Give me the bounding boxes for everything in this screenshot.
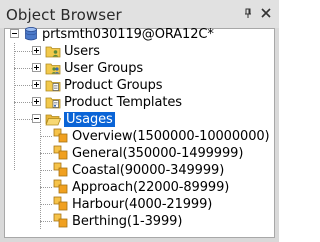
collapse-toggle[interactable] [10,29,19,38]
tree-item-usage[interactable]: Berthing(1-3999) [53,213,182,229]
tree-connector [40,153,52,154]
tree-item-product-groups[interactable]: Product Groups [45,77,163,93]
tree-connector [14,102,32,103]
tree-item-usage[interactable]: Harbour(4000-21999) [53,196,212,212]
tree-item-users[interactable]: Users [45,43,100,59]
tree-item-label: Overview(1500000-10000000) [72,128,270,144]
tree-item-usages[interactable]: Usages [45,111,115,127]
tree-connector [40,187,52,188]
folder-documents-icon [45,77,61,93]
tree-connector [40,221,52,222]
close-icon[interactable] [259,6,273,20]
tree-connector [14,85,32,86]
title-bar: Object Browser [0,0,279,28]
tree-item-label: Product Templates [64,94,182,110]
tree-connector [40,170,52,171]
tree-item-usage[interactable]: Approach(22000-89999) [53,179,229,195]
tree-root[interactable]: prtsmth030119@ORA12C* [23,26,214,42]
collapse-toggle[interactable] [32,114,41,123]
tree-item-usage[interactable]: General(350000-1499999) [53,145,243,161]
tree-connector [14,119,32,120]
tree-item-usage[interactable]: Coastal(90000-349999) [53,162,224,178]
usage-icon [53,179,69,195]
expand-toggle[interactable] [32,97,41,106]
window-title: Object Browser [6,6,122,24]
database-icon [23,26,39,42]
tree-item-label: Approach(22000-89999) [72,179,230,195]
tree-connector [40,136,52,137]
expand-toggle[interactable] [32,46,41,55]
usage-icon [53,162,69,178]
tree-connector [14,51,32,52]
usage-icon [53,196,69,212]
folder-users-icon [45,60,61,76]
tree-root-label: prtsmth030119@ORA12C* [42,26,214,42]
tree-item-label: Coastal(90000-349999) [72,162,225,178]
folder-open-icon [45,111,62,127]
tree-item-label: General(350000-1499999) [72,145,244,161]
object-browser-window: Object Browser prtsmth030119@ORA12C* Use… [0,0,279,242]
expand-toggle[interactable] [32,63,41,72]
tree-item-usage[interactable]: Overview(1500000-10000000) [53,128,270,144]
tree-item-label: Harbour(4000-21999) [72,196,213,212]
expand-toggle[interactable] [32,80,41,89]
folder-documents-icon [45,94,61,110]
tree-connector [40,204,52,205]
tree-item-label: User Groups [64,60,144,76]
folder-users-icon [45,43,61,59]
tree-panel[interactable]: prtsmth030119@ORA12C* Users User Groups … [4,26,275,238]
tree-item-label: Product Groups [64,77,163,93]
tree-item-label: Usages [64,111,115,127]
tree-connector [14,68,32,69]
usage-icon [53,213,69,229]
usage-icon [53,145,69,161]
tree-item-label: Users [64,43,100,59]
tree-item-user-groups[interactable]: User Groups [45,60,143,76]
tree-item-label: Berthing(1-3999) [72,213,183,229]
tree-connector [14,43,15,170]
usage-icon [53,128,69,144]
pin-icon[interactable] [241,6,255,20]
tree-connector [40,122,41,229]
tree-item-product-templates[interactable]: Product Templates [45,94,182,110]
